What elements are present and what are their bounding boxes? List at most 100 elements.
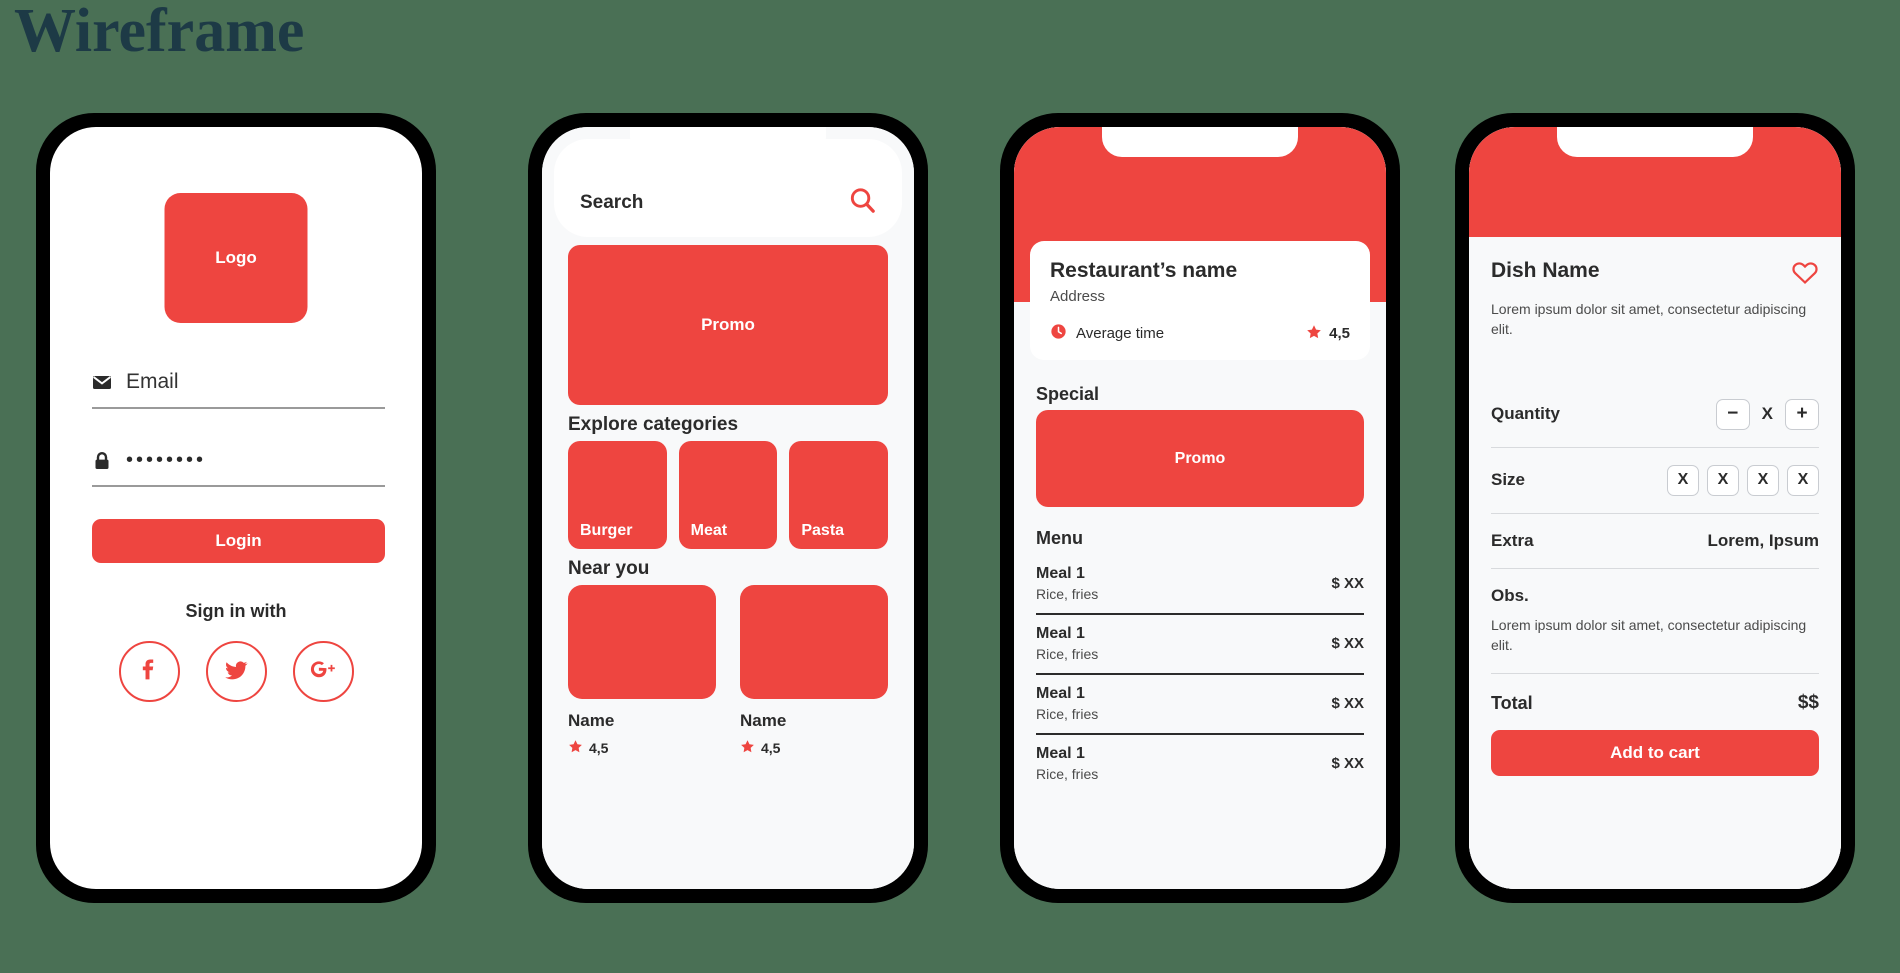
near-you-card[interactable]: Name 4,5 — [740, 585, 888, 757]
email-field[interactable]: Email — [92, 370, 385, 409]
quantity-increase-button[interactable]: + — [1785, 398, 1819, 430]
email-value: Email — [126, 370, 179, 393]
add-to-cart-button[interactable]: Add to cart — [1491, 730, 1819, 777]
quantity-decrease-button[interactable]: − — [1715, 398, 1750, 430]
menu-title: Menu — [1036, 528, 1083, 548]
search-input[interactable]: Search — [580, 192, 643, 214]
sign-in-with-label: Sign in with — [185, 601, 287, 621]
average-time-label: Average time — [1076, 325, 1165, 342]
size-option-3[interactable]: X — [1747, 464, 1779, 496]
promo-label: Promo — [1174, 449, 1226, 467]
star-icon — [1306, 324, 1322, 344]
restaurant-info-card: Restaurant’s name Address Average time 4… — [1030, 241, 1370, 360]
rating-value: 4,5 — [761, 740, 781, 756]
home-screen: Search Promo Explore categories Burger M… — [542, 127, 914, 889]
search-icon[interactable] — [847, 185, 878, 221]
phone-notch — [138, 127, 334, 157]
near-you-title: Near you — [568, 558, 650, 579]
star-icon — [568, 739, 583, 757]
special-promo-banner[interactable]: Promo — [1036, 410, 1364, 507]
category-label: Pasta — [801, 522, 845, 539]
total-row: Total $$ — [1491, 674, 1819, 730]
promo-banner[interactable]: Promo — [568, 245, 888, 405]
password-underline — [92, 485, 385, 487]
password-field[interactable]: •••••••• — [92, 449, 385, 487]
menu-item-price: $ XX — [1331, 575, 1364, 592]
phone-mockup-dish: Dish Name Lorem ipsum dolor sit amet, co… — [1455, 113, 1855, 903]
menu-item[interactable]: Meal 1 Rice, fries $ XX — [1036, 735, 1364, 793]
menu-item[interactable]: Meal 1 Rice, fries $ XX — [1036, 555, 1364, 615]
social-login-row — [50, 641, 422, 702]
menu-item-desc: Rice, fries — [1036, 646, 1099, 662]
clock-icon — [1050, 323, 1067, 344]
restaurant-address: Address — [1050, 288, 1106, 305]
obs-label: Obs. — [1491, 585, 1529, 605]
near-you-name: Name — [740, 711, 787, 730]
category-card-meat[interactable]: Meat — [678, 441, 778, 549]
explore-categories-title: Explore categories — [568, 414, 739, 435]
twitter-login-button[interactable] — [205, 641, 267, 702]
login-screen: Logo Email •••••••• Login Sign in with — [50, 127, 422, 889]
logo-placeholder: Logo — [164, 193, 308, 323]
dish-screen: Dish Name Lorem ipsum dolor sit amet, co… — [1469, 127, 1841, 889]
restaurant-rating: 4,5 — [1306, 324, 1350, 344]
quantity-label: Quantity — [1491, 404, 1560, 424]
size-row: Size X X X X — [1491, 448, 1819, 514]
near-you-thumbnail — [568, 585, 716, 699]
total-value: $$ — [1797, 692, 1819, 714]
restaurant-name: Restaurant’s name — [1050, 259, 1238, 282]
size-option-2[interactable]: X — [1707, 464, 1739, 496]
facebook-login-button[interactable] — [118, 641, 180, 702]
total-label: Total — [1491, 692, 1533, 713]
phone-notch — [630, 127, 826, 157]
size-options: X X X X — [1667, 464, 1819, 496]
near-you-name: Name — [568, 711, 615, 730]
near-you-thumbnail — [740, 585, 888, 699]
google-plus-login-button[interactable] — [292, 641, 354, 702]
quantity-value: X — [1761, 404, 1773, 424]
rating-value: 4,5 — [589, 740, 609, 756]
extra-value: Lorem, Ipsum — [1707, 530, 1819, 550]
dish-name: Dish Name — [1491, 259, 1600, 282]
mail-icon — [92, 372, 112, 392]
dish-detail-sheet: Dish Name Lorem ipsum dolor sit amet, co… — [1469, 237, 1841, 889]
near-you-rating: 4,5 — [568, 739, 716, 757]
restaurant-screen: Restaurant’s name Address Average time 4… — [1014, 127, 1386, 889]
category-list: Burger Meat Pasta — [568, 441, 889, 549]
menu-item-desc: Rice, fries — [1036, 706, 1099, 722]
category-card-pasta[interactable]: Pasta — [789, 441, 889, 549]
menu-item-name: Meal 1 — [1036, 745, 1085, 762]
menu-item-name: Meal 1 — [1036, 625, 1085, 642]
phone-mockup-login: Logo Email •••••••• Login Sign in with — [36, 113, 436, 903]
size-label: Size — [1491, 470, 1526, 490]
near-you-rating: 4,5 — [740, 739, 888, 757]
quantity-stepper[interactable]: − X + — [1715, 398, 1819, 430]
lock-icon — [92, 451, 112, 471]
password-value: •••••••• — [126, 449, 207, 471]
email-underline — [92, 407, 385, 409]
login-button[interactable]: Login — [92, 519, 385, 563]
category-card-burger[interactable]: Burger — [568, 441, 667, 549]
star-icon — [740, 739, 755, 757]
heart-icon[interactable] — [1791, 259, 1819, 290]
obs-row[interactable]: Obs. Lorem ipsum dolor sit amet, consect… — [1491, 569, 1819, 675]
extra-row[interactable]: Extra Lorem, Ipsum — [1491, 514, 1819, 569]
rating-value: 4,5 — [1329, 325, 1350, 342]
google-plus-icon — [307, 654, 339, 689]
menu-item[interactable]: Meal 1 Rice, fries $ XX — [1036, 675, 1364, 735]
menu-item-price: $ XX — [1331, 635, 1364, 652]
category-label: Meat — [690, 522, 728, 539]
special-title: Special — [1036, 384, 1100, 404]
menu-item[interactable]: Meal 1 Rice, fries $ XX — [1036, 615, 1364, 675]
twitter-icon — [221, 654, 251, 689]
category-label: Burger — [580, 522, 633, 539]
size-option-4[interactable]: X — [1787, 464, 1819, 496]
phone-notch — [1102, 127, 1298, 157]
dish-description: Lorem ipsum dolor sit amet, consectetur … — [1491, 301, 1807, 338]
near-you-card[interactable]: Name 4,5 — [568, 585, 716, 757]
menu-item-name: Meal 1 — [1036, 565, 1085, 582]
quantity-row: Quantity − X + — [1491, 382, 1819, 448]
size-option-1[interactable]: X — [1667, 464, 1699, 496]
phone-notch — [1557, 127, 1753, 157]
obs-text: Lorem ipsum dolor sit amet, consectetur … — [1491, 616, 1807, 653]
